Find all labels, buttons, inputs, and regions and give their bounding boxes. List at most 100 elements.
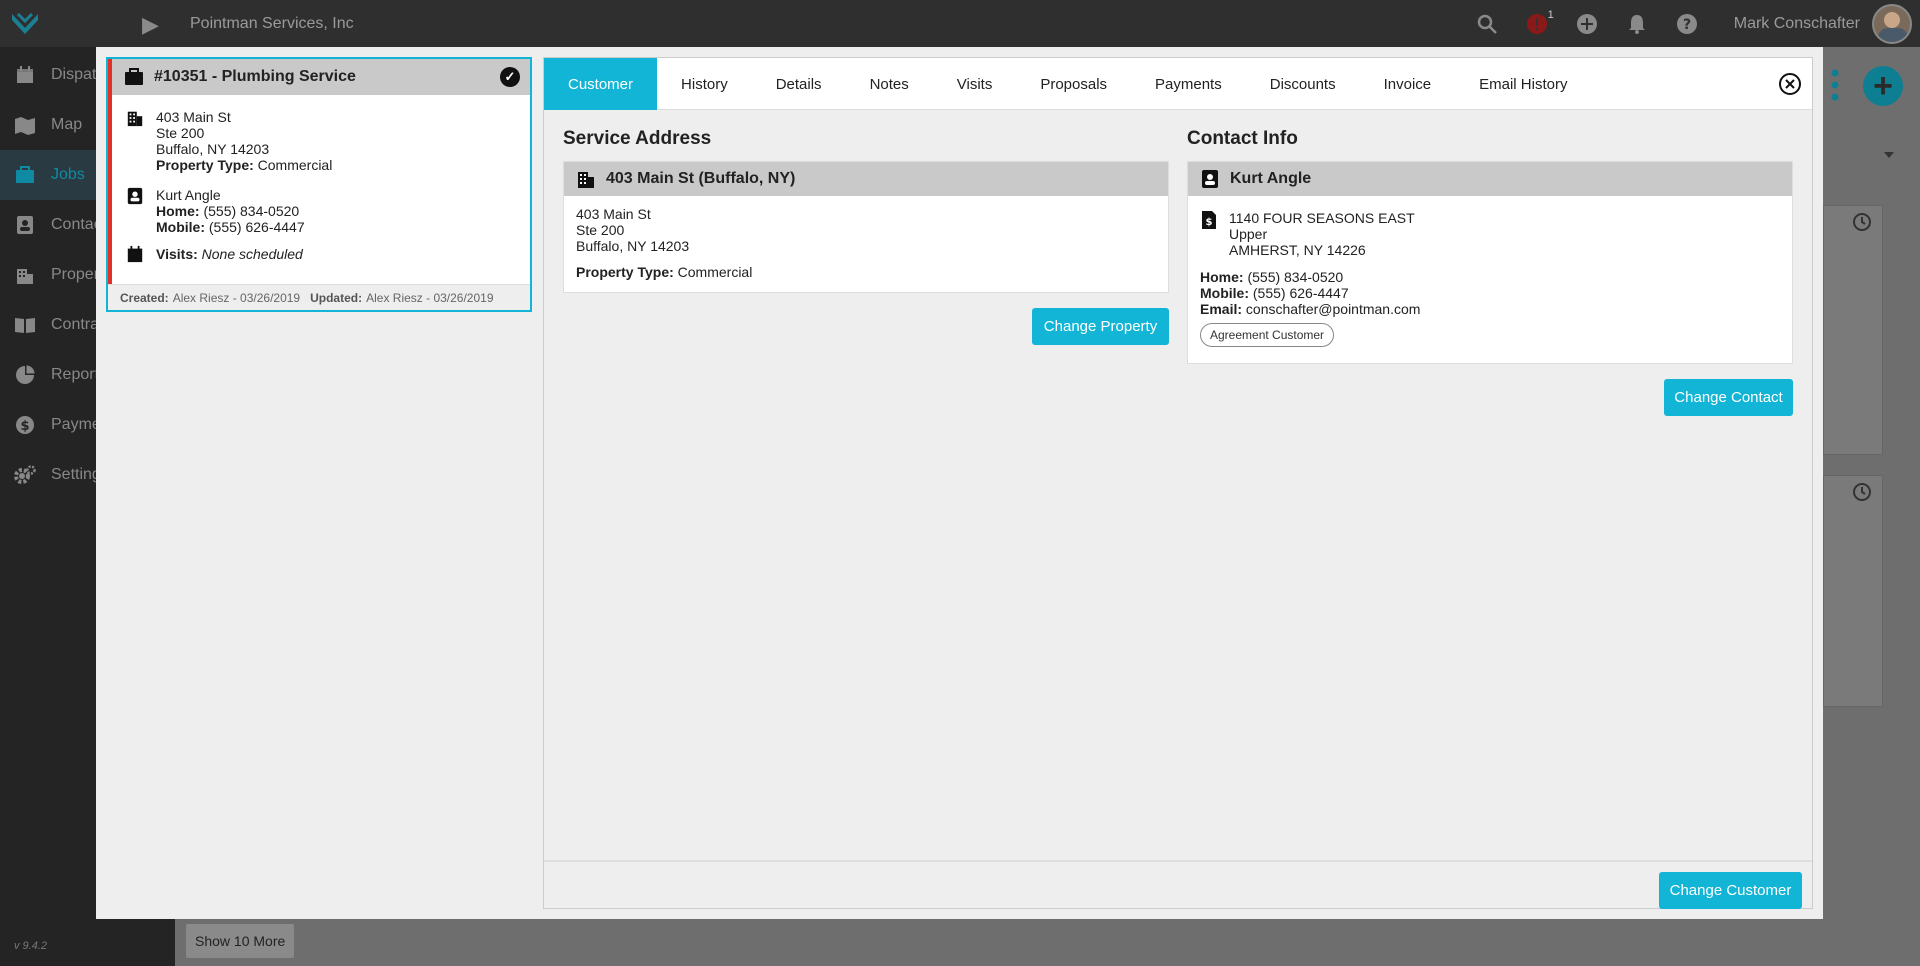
svg-text:?: ? xyxy=(1683,17,1691,33)
address-line: Buffalo, NY 14203 xyxy=(576,238,690,254)
mobile-phone: (555) 626-4447 xyxy=(208,219,305,235)
mobile-label: Mobile: xyxy=(1200,285,1249,301)
service-address-card-header: 403 Main St (Buffalo, NY) xyxy=(564,162,1168,196)
avatar[interactable] xyxy=(1872,3,1912,44)
contact-name: Kurt Angle xyxy=(156,187,221,203)
check-circle-icon: ✓ xyxy=(500,67,520,87)
tab-payments[interactable]: Payments xyxy=(1131,58,1246,110)
agreement-customer-tag: Agreement Customer xyxy=(1200,323,1335,347)
property-type-value: Commercial xyxy=(677,264,753,280)
contact-card-icon xyxy=(1202,170,1218,188)
visits-label: Visits: xyxy=(156,246,198,262)
billing-document-icon: $ xyxy=(1202,211,1216,229)
top-actions: 1 ? Mark Conschafter xyxy=(1456,0,1920,47)
property-type-label: Property Type: xyxy=(156,157,254,173)
job-title: #10351 - Plumbing Service xyxy=(154,68,356,85)
address-line: Buffalo, NY 14203 xyxy=(156,141,270,157)
search-icon[interactable] xyxy=(1468,5,1506,43)
pie-chart-icon xyxy=(13,363,37,387)
address-line: Ste 200 xyxy=(576,222,625,238)
calendar-icon xyxy=(127,245,143,263)
dollar-icon: $ xyxy=(13,413,37,437)
top-bar: ▶ Pointman Services, Inc 1 ? Mark Consch… xyxy=(0,0,1920,47)
show-more-button[interactable]: Show 10 More xyxy=(186,924,295,958)
created-value: Alex Riesz - 03/26/2019 xyxy=(172,290,301,305)
job-card[interactable]: #10351 - Plumbing Service ✓ 403 Main St … xyxy=(106,57,532,312)
nav-label: Contac xyxy=(51,216,102,233)
company-name: Pointman Services, Inc xyxy=(190,15,354,32)
job-card-footer: Created: Alex Riesz - 03/26/2019 Updated… xyxy=(108,284,530,310)
background-card xyxy=(1823,475,1883,707)
mobile-phone: (555) 626-4447 xyxy=(1252,285,1349,301)
service-address-title: Service Address xyxy=(563,128,712,149)
clock-icon xyxy=(1853,213,1871,231)
tab-email-history[interactable]: Email History xyxy=(1455,58,1591,110)
book-icon xyxy=(13,313,37,337)
map-icon xyxy=(13,113,37,137)
nav-label: Map xyxy=(51,116,83,133)
tab-proposals[interactable]: Proposals xyxy=(1016,58,1131,110)
alert-icon[interactable]: 1 xyxy=(1518,5,1556,43)
user-name[interactable]: Mark Conschafter xyxy=(1734,15,1860,33)
help-icon[interactable]: ? xyxy=(1668,5,1706,43)
app-logo-icon[interactable] xyxy=(8,6,42,40)
address-line: Ste 200 xyxy=(156,125,205,141)
home-phone: (555) 834-0520 xyxy=(203,203,300,219)
clock-icon xyxy=(1853,483,1871,501)
app-version: v 9.4.2 xyxy=(14,940,48,952)
tab-history[interactable]: History xyxy=(657,58,752,110)
calendar-icon xyxy=(13,63,37,87)
email-value[interactable]: conschafter@pointman.com xyxy=(1246,301,1421,317)
change-property-button[interactable]: Change Property xyxy=(1032,308,1169,345)
nav-label: Report xyxy=(51,366,100,383)
tab-discounts[interactable]: Discounts xyxy=(1246,58,1360,110)
building-icon xyxy=(13,263,37,287)
tab-invoice[interactable]: Invoice xyxy=(1360,58,1456,110)
briefcase-icon xyxy=(13,163,37,187)
billing-address-line: Upper xyxy=(1229,226,1268,242)
change-contact-button[interactable]: Change Contact xyxy=(1664,379,1793,416)
property-type-value: Commercial xyxy=(257,157,333,173)
tab-customer[interactable]: Customer xyxy=(544,58,658,110)
address-line: 403 Main St xyxy=(576,206,651,222)
contact-info-card-header: Kurt Angle xyxy=(1188,162,1792,196)
contact-info-title: Contact Info xyxy=(1187,128,1298,149)
service-address-card-title: 403 Main St (Buffalo, NY) xyxy=(606,170,796,187)
svg-text:$: $ xyxy=(1206,217,1213,228)
add-fab-button[interactable]: + xyxy=(1863,66,1903,106)
service-address-card: 403 Main St (Buffalo, NY) 403 Main St St… xyxy=(563,161,1169,293)
alert-count-badge: 1 xyxy=(1547,8,1554,21)
contact-card-icon xyxy=(13,213,37,237)
bell-icon[interactable] xyxy=(1618,5,1656,43)
property-type-label: Property Type: xyxy=(576,264,674,280)
change-customer-button[interactable]: Change Customer xyxy=(1659,872,1802,909)
tab-notes[interactable]: Notes xyxy=(846,58,933,110)
mobile-label: Mobile: xyxy=(156,219,205,235)
contact-card-icon xyxy=(127,187,143,205)
background-card xyxy=(1823,205,1883,455)
job-visits: Visits: None scheduled xyxy=(126,245,303,263)
briefcase-icon xyxy=(125,68,143,85)
updated-label: Updated: xyxy=(310,290,363,305)
job-contact: Kurt Angle Home: (555) 834-0520 Mobile: … xyxy=(126,187,305,235)
nav-label: Payme xyxy=(51,416,101,433)
job-address: 403 Main St Ste 200 Buffalo, NY 14203 Pr… xyxy=(126,109,332,173)
svg-text:$: $ xyxy=(20,419,29,434)
contact-info-card-title: Kurt Angle xyxy=(1230,170,1312,187)
gear-icon xyxy=(13,463,37,487)
email-label: Email: xyxy=(1200,301,1243,317)
job-card-body: #10351 - Plumbing Service ✓ 403 Main St … xyxy=(108,59,530,284)
tab-details[interactable]: Details xyxy=(752,58,846,110)
address-line: 403 Main St xyxy=(156,109,231,125)
contact-info-card: Kurt Angle $ 1140 FOUR SEASONS EAST Uppe… xyxy=(1187,161,1793,364)
chevron-down-icon[interactable] xyxy=(1883,150,1895,160)
home-phone: (555) 834-0520 xyxy=(1247,269,1344,285)
tab-visits[interactable]: Visits xyxy=(933,58,1017,110)
close-icon[interactable] xyxy=(1778,72,1802,96)
sidebar-toggle-icon[interactable]: ▶ xyxy=(142,12,159,38)
billing-address-line: 1140 FOUR SEASONS EAST xyxy=(1229,210,1415,226)
created-label: Created: xyxy=(120,290,169,305)
building-icon xyxy=(578,172,594,188)
more-options-icon[interactable] xyxy=(1829,67,1841,107)
add-circle-icon[interactable] xyxy=(1568,5,1606,43)
